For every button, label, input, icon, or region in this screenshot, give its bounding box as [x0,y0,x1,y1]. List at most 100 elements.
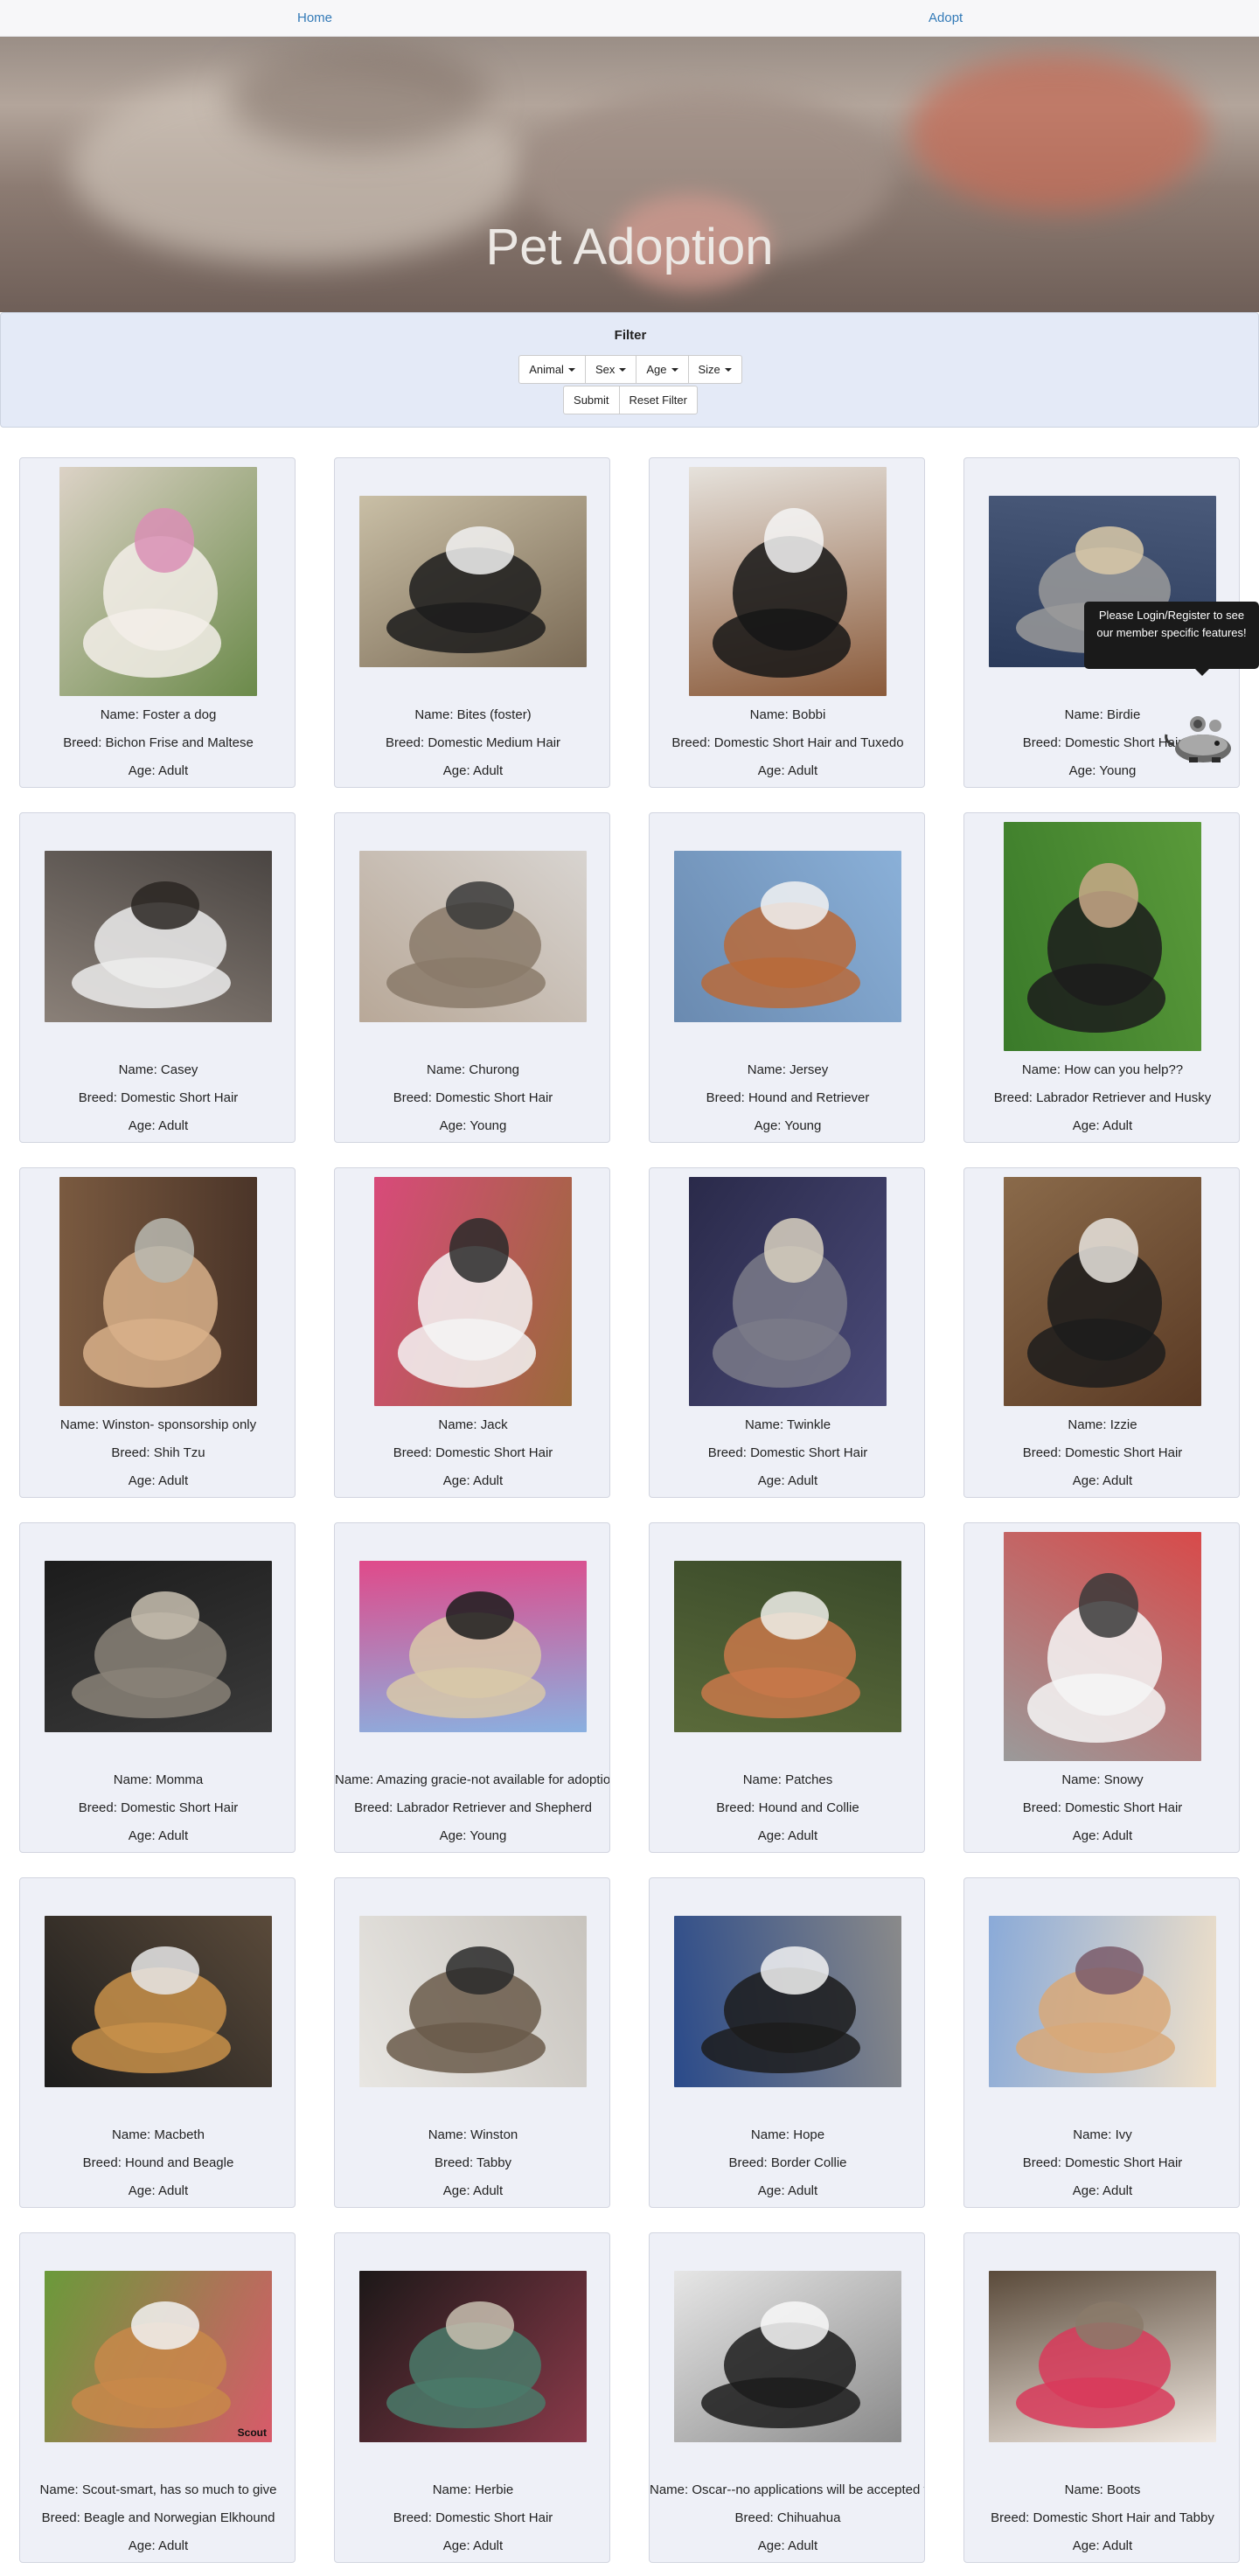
pet-photo[interactable] [989,1916,1216,2087]
pet-breed: Breed: Chihuahua [734,2510,841,2525]
pet-breed: Breed: Hound and Collie [716,1800,859,1815]
pet-photo-frame [964,822,1239,1051]
pet-photo[interactable] [374,1177,572,1406]
pet-card[interactable]: Name: Winston- sponsorship only Breed: Sh… [19,1167,296,1498]
pet-name: Name: Jack [438,1417,508,1432]
pet-photo[interactable] [359,496,587,667]
submit-button[interactable]: Submit [563,386,620,414]
pet-photo[interactable] [45,851,272,1022]
pet-breed: Breed: Shih Tzu [111,1445,205,1460]
pet-photo-frame [20,1887,295,2116]
photo-shape [445,881,514,930]
pet-photo[interactable] [689,1177,887,1406]
pet-photo[interactable] [45,1561,272,1732]
pet-photo-frame [20,822,295,1051]
pet-card[interactable]: Name: Jersey Breed: Hound and Retriever Ag… [649,812,925,1143]
pet-photo[interactable] [359,851,587,1022]
pet-photo-frame [335,1887,609,2116]
pet-card[interactable]: Name: Patches Breed: Hound and Collie Age:… [649,1522,925,1853]
tooltip-arrow [1195,669,1209,676]
pet-photo-frame [20,1177,295,1406]
pet-photo[interactable] [674,2271,901,2442]
pet-photo-frame [650,1177,924,1406]
pet-photo[interactable] [674,1561,901,1732]
photo-shape [763,508,824,573]
pet-age: Age: Adult [1072,1828,1133,1843]
dropdown-label: Animal [529,363,564,376]
pet-card[interactable]: Name: Ivy Breed: Domestic Short Hair Age: … [963,1877,1240,2208]
pet-card[interactable]: Name: How can you help?? Breed: Labrador … [963,812,1240,1143]
pet-card[interactable]: Name: Bobbi Breed: Domestic Short Hair an… [649,457,925,788]
pet-photo[interactable] [359,1561,587,1732]
pet-photo[interactable] [674,1916,901,2087]
pet-card[interactable]: Name: Amazing gracie-not available for a… [334,1522,610,1853]
pet-photo[interactable] [1004,1532,1201,1761]
sex-dropdown[interactable]: Sex [584,355,637,384]
pet-name: Name: Scout-smart, has so much to give [39,2482,277,2497]
pet-name: Name: Churong [427,1062,519,1077]
pet-card[interactable]: Name: Momma Breed: Domestic Short Hair Age… [19,1522,296,1853]
pet-photo-frame [650,2242,924,2471]
pet-info: Name: Scout-smart, has so much to give Br… [20,2476,295,2560]
photo-shape [72,2377,232,2429]
caret-down-icon [724,367,732,372]
pet-card[interactable]: Name: Macbeth Breed: Hound and Beagle Age:… [19,1877,296,2208]
pet-name: Name: How can you help?? [1021,1062,1184,1077]
pet-photo[interactable] [1004,1177,1201,1406]
pet-photo[interactable] [674,851,901,1022]
pet-card[interactable]: Name: Churong Breed: Domestic Short Hair A… [334,812,610,1143]
pet-breed: Breed: Hound and Beagle [82,2155,234,2170]
photo-shape [763,1218,824,1283]
photo-shape [445,2301,514,2350]
caret-down-icon [619,367,627,372]
pet-photo[interactable]: Scout [45,2271,272,2442]
pet-photo[interactable] [45,1916,272,2087]
size-dropdown[interactable]: Size [687,355,742,384]
pet-card[interactable]: Name: Herbie Breed: Domestic Short Hair Ag… [334,2232,610,2563]
pet-name: Name: Hope [750,2127,825,2142]
age-dropdown[interactable]: Age [636,355,689,384]
pet-photo[interactable] [689,467,887,696]
pet-card[interactable]: Name: Bites (foster) Breed: Domestic Medi… [334,457,610,788]
pet-info: Name: Foster a dog Breed: Bichon Frise an… [20,701,295,785]
pet-age: Age: Adult [1072,1473,1133,1488]
pet-card[interactable]: Name: Boots Breed: Domestic Short Hair an… [963,2232,1240,2563]
pet-card[interactable]: Name: Izzie Breed: Domestic Short Hair Age… [963,1167,1240,1498]
pet-photo[interactable] [59,1177,257,1406]
nav-home-link[interactable]: Home [297,10,332,25]
pet-photo[interactable] [359,1916,587,2087]
pet-info: Name: How can you help?? Breed: Labrador … [964,1056,1239,1140]
reset-filter-button[interactable]: Reset Filter [618,386,698,414]
pet-card[interactable]: Name: Foster a dog Breed: Bichon Frise an… [19,457,296,788]
pet-card[interactable]: Name: Twinkle Breed: Domestic Short Hair A… [649,1167,925,1498]
pet-breed: Breed: Domestic Short Hair [1022,2155,1183,2170]
photo-shape [134,508,194,573]
pet-photo[interactable] [989,2271,1216,2442]
pet-card[interactable]: Name: Jack Breed: Domestic Short Hair Age:… [334,1167,610,1498]
robot-mouse-icon[interactable] [1163,710,1238,766]
nav-adopt-link[interactable]: Adopt [929,10,963,25]
pet-name: Name: Macbeth [112,2127,205,2142]
pet-photo[interactable] [1004,822,1201,1051]
pet-photo[interactable] [59,467,257,696]
pet-photo-frame [650,1532,924,1761]
pet-card[interactable]: Name: Oscar--no applications will be acc… [649,2232,925,2563]
photo-shape [1078,863,1138,928]
pet-photo-frame [335,822,609,1051]
pet-breed: Breed: Domestic Short Hair [78,1800,239,1815]
pet-card[interactable]: Name: Casey Breed: Domestic Short Hair Age… [19,812,296,1143]
pet-card[interactable]: Name: Winston Breed: Tabby Age: Adult [334,1877,610,2208]
pet-photo[interactable] [359,2271,587,2442]
pet-age: Age: Adult [757,763,818,778]
pet-name: Name: Twinkle [744,1417,831,1432]
pet-card[interactable]: Name: Snowy Breed: Domestic Short Hair Age… [963,1522,1240,1853]
photo-shape [386,2022,546,2074]
pet-name: Name: Jersey [747,1062,829,1077]
photo-shape [72,957,232,1009]
pet-card[interactable]: Scout Name: Scout-smart, has so much to g… [19,2232,296,2563]
pet-info: Name: Winston Breed: Tabby Age: Adult [335,2121,609,2205]
photo-shape [1075,2301,1144,2350]
pet-age: Age: Adult [757,2538,818,2553]
pet-card[interactable]: Name: Hope Breed: Border Collie Age: Adult [649,1877,925,2208]
animal-dropdown[interactable]: Animal [518,355,586,384]
